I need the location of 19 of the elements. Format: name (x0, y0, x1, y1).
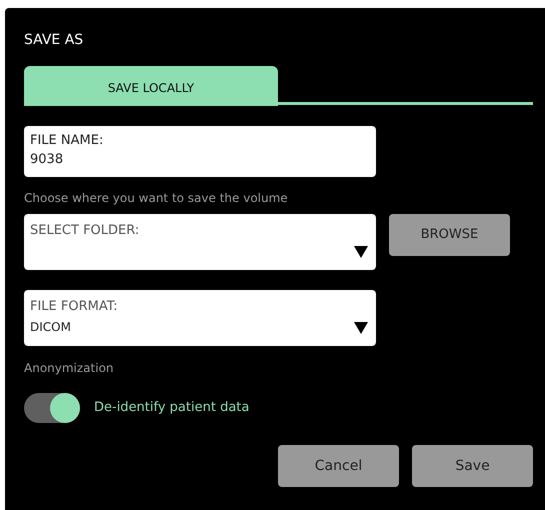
dialog-title: SAVE AS (24, 31, 84, 50)
field-value: 9038 (30, 151, 64, 169)
field-label: FILE NAME: (30, 132, 104, 150)
save-button[interactable]: Save (412, 445, 533, 487)
browse-button[interactable]: BROWSE (389, 214, 510, 256)
field-label: FILE FORMAT: (30, 298, 119, 316)
cancel-button[interactable]: Cancel (278, 445, 399, 487)
file-format-dropdown[interactable]: FILE FORMAT: DICOM (24, 290, 376, 346)
file-name-field[interactable]: FILE NAME: 9038 (24, 126, 376, 177)
dropdown-caret-icon (354, 322, 368, 334)
select-folder-dropdown[interactable]: SELECT FOLDER: (24, 214, 376, 270)
tab[interactable]: SAVE LOCALLY (24, 66, 278, 106)
dropdown-caret-icon (354, 246, 368, 258)
section-heading: Anonymization (24, 360, 115, 377)
folder-hint: Choose where you want to save the volume (24, 190, 289, 206)
toggle-switch[interactable] (24, 393, 80, 423)
field-value: DICOM (30, 319, 71, 336)
toggle-label: De-identify patient data (94, 399, 250, 418)
field-label: SELECT FOLDER: (30, 222, 140, 240)
